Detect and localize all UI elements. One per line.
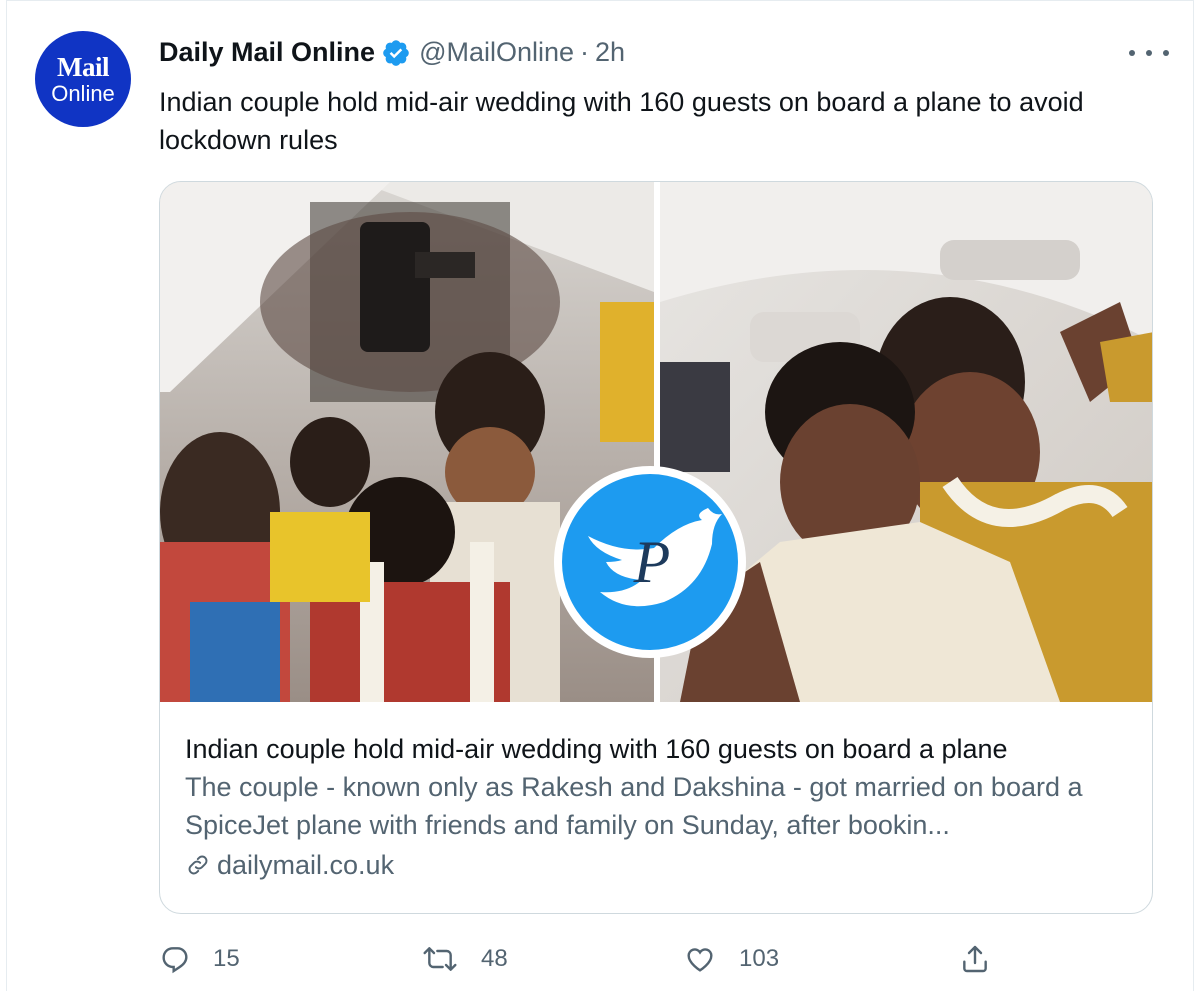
author-handle[interactable]: @MailOnline xyxy=(419,37,574,68)
tweet-header: Daily Mail Online @MailOnline · 2h xyxy=(159,37,625,68)
reply-icon xyxy=(162,947,188,974)
card-description: The couple - known only as Rakesh and Da… xyxy=(185,772,1083,840)
tweet-timestamp[interactable]: 2h xyxy=(595,37,625,68)
card-domain-text: dailymail.co.uk xyxy=(217,850,395,880)
like-icon xyxy=(687,948,713,972)
retweet-button[interactable]: 48 xyxy=(421,937,508,981)
like-button[interactable]: 103 xyxy=(683,937,779,981)
like-count: 103 xyxy=(739,945,780,972)
avatar-logo-mail: Mail xyxy=(57,51,110,82)
tweet[interactable]: Mail Online Daily Mail Online @MailOnlin… xyxy=(6,0,1194,991)
reply-button[interactable]: 15 xyxy=(159,937,240,981)
verified-badge-icon xyxy=(381,38,411,68)
svg-text:P: P xyxy=(633,529,671,595)
watermark-logo: P xyxy=(552,464,748,660)
card-image[interactable]: P xyxy=(160,182,1152,702)
avatar[interactable]: Mail Online xyxy=(35,31,131,127)
author-name[interactable]: Daily Mail Online xyxy=(159,37,375,68)
share-button[interactable] xyxy=(959,937,1013,981)
link-icon xyxy=(188,855,208,875)
link-card[interactable]: P Indian couple hold mid-air wedding wit… xyxy=(159,181,1153,914)
reply-count: 15 xyxy=(213,945,240,972)
tweet-actions: 15 48 103 xyxy=(159,937,999,981)
card-body[interactable]: Indian couple hold mid-air wedding with … xyxy=(185,730,1135,884)
card-title: Indian couple hold mid-air wedding with … xyxy=(185,734,1008,764)
avatar-logo-online: Online xyxy=(51,80,115,106)
more-options-icon[interactable] xyxy=(1129,41,1169,65)
card-domain[interactable]: dailymail.co.uk xyxy=(185,846,1135,884)
retweet-count: 48 xyxy=(481,945,508,972)
share-icon xyxy=(963,945,987,973)
header-separator: · xyxy=(580,37,590,67)
retweet-icon xyxy=(423,947,457,971)
tweet-text: Indian couple hold mid-air wedding with … xyxy=(159,87,1084,155)
